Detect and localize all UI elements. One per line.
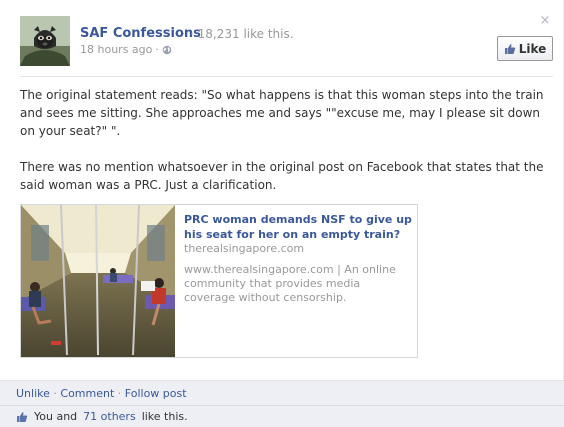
facebook-post: × SAF Confessions · 18,231 like this. 18… [0, 0, 564, 427]
others-liked-link[interactable]: 71 others [83, 410, 136, 423]
link-preview-card[interactable]: PRC woman demands NSF to give up his sea… [20, 204, 418, 358]
post-footer: Unlike · Comment · Follow post You and 7… [0, 380, 564, 427]
globe-icon[interactable] [162, 45, 172, 55]
link-description: www.therealsingapore.com | An online com… [184, 263, 396, 304]
post-timestamp[interactable]: 18 hours ago [80, 43, 152, 56]
thumbs-up-icon [17, 411, 28, 422]
like-page-button[interactable]: Like [497, 36, 553, 61]
message-paragraph: The original statement reads: "So what h… [20, 88, 544, 138]
post-meta: 18 hours ago · [80, 43, 172, 56]
separator-dot: · [190, 27, 194, 41]
separator-dot: · [53, 387, 57, 400]
page-likes-count-text: 18,231 like this. [197, 27, 294, 41]
like-summary: You and 71 others like this. [16, 410, 188, 423]
link-thumbnail[interactable] [21, 205, 175, 357]
avatar-image [20, 16, 70, 66]
page-likes-count: · 18,231 like this. [190, 27, 294, 41]
thumbs-up-icon [504, 43, 515, 54]
like-button-label: Like [518, 41, 547, 56]
link-domain: therealsingapore.com [184, 242, 305, 255]
separator-dot: · [155, 43, 159, 56]
footer-divider [0, 405, 564, 406]
header-divider [20, 76, 553, 77]
post-message: The original statement reads: "So what h… [20, 86, 550, 212]
separator-dot: · [117, 387, 122, 400]
page-name-link[interactable]: SAF Confessions [80, 26, 201, 41]
like-summary-prefix: You and [34, 410, 78, 423]
unlike-link[interactable]: Unlike [16, 387, 50, 400]
like-summary-suffix: like this. [141, 410, 188, 423]
post-actions: Unlike · Comment · Follow post [16, 387, 187, 400]
comment-link[interactable]: Comment [60, 387, 114, 400]
follow-post-link[interactable]: Follow post [125, 387, 187, 400]
link-title[interactable]: PRC woman demands NSF to give up his sea… [184, 212, 412, 242]
close-icon[interactable]: × [539, 14, 551, 27]
avatar[interactable] [20, 16, 70, 66]
train-interior-image [21, 205, 175, 357]
message-paragraph: There was no mention whatsoever in the o… [20, 160, 544, 192]
